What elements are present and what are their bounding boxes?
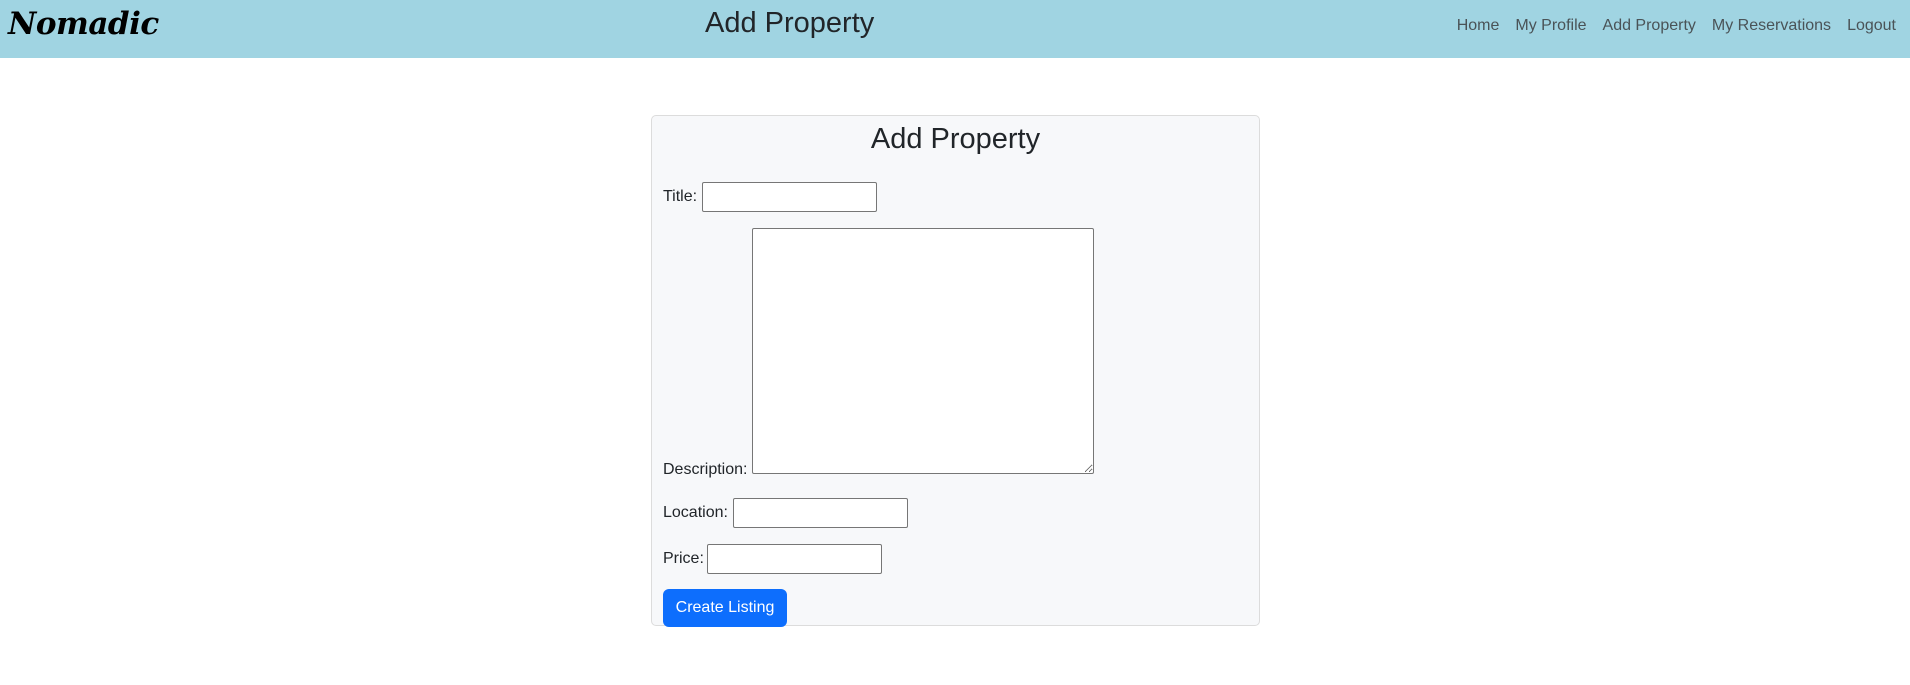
nav-links: Home My Profile Add Property My Reservat… — [1457, 17, 1896, 35]
form-heading: Add Property — [870, 123, 1041, 155]
price-input[interactable] — [707, 544, 882, 574]
price-label: Price: — [663, 550, 704, 567]
brand-logo[interactable]: Nomadic — [8, 6, 159, 42]
create-listing-button[interactable]: Create Listing — [663, 589, 787, 627]
page-title: Add Property — [705, 7, 875, 39]
description-textarea[interactable] — [752, 228, 1094, 474]
title-label: Title: — [663, 188, 698, 205]
nav-link-add-property[interactable]: Add Property — [1603, 17, 1696, 35]
navbar: Nomadic Add Property Home My Profile Add… — [0, 0, 1910, 58]
nav-link-logout[interactable]: Logout — [1847, 17, 1896, 35]
add-property-form: Add Property Title: Description: Locatio… — [651, 115, 1260, 627]
nav-link-home[interactable]: Home — [1457, 17, 1500, 35]
title-input[interactable] — [702, 182, 877, 212]
location-label: Location: — [663, 504, 728, 521]
nav-link-my-reservations[interactable]: My Reservations — [1712, 17, 1831, 35]
description-label: Description: — [663, 461, 748, 478]
nav-link-my-profile[interactable]: My Profile — [1515, 17, 1586, 35]
location-input[interactable] — [733, 498, 908, 528]
